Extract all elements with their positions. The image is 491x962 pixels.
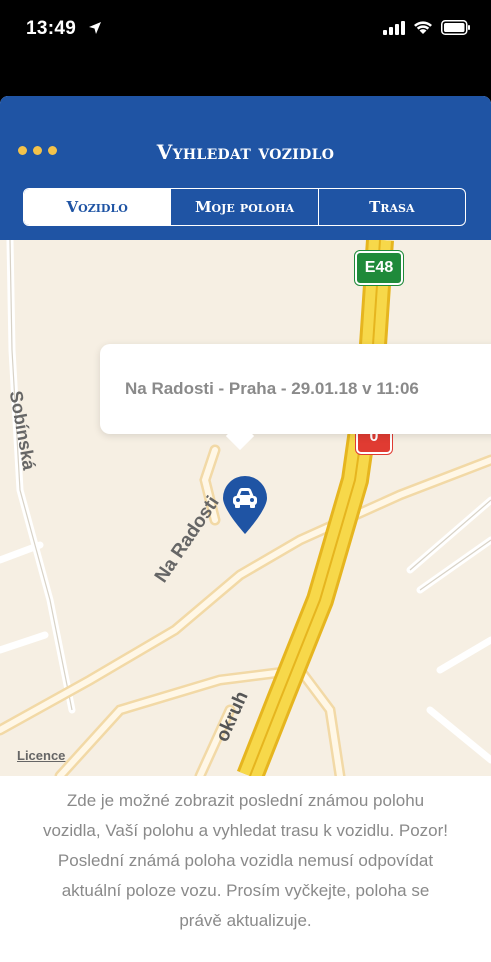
location-callout[interactable]: Na Radosti - Praha - 29.01.18 v 11:06 — [100, 344, 491, 451]
wifi-icon — [413, 20, 433, 40]
tab-trasa[interactable]: Trasa — [317, 189, 465, 225]
header: Vyhledat vozidlo Vozidlo Moje poloha Tra… — [0, 96, 491, 240]
tab-bar: Vozidlo Moje poloha Trasa — [23, 188, 466, 226]
status-icons — [383, 20, 471, 40]
status-time: 13:49 — [26, 18, 77, 39]
licence-link[interactable]: Licence — [17, 748, 65, 763]
location-arrow-icon — [88, 21, 102, 40]
tab-moje-poloha[interactable]: Moje poloha — [170, 189, 317, 225]
road-shield-e48: E48 — [355, 251, 403, 285]
page-title: Vyhledat vozidlo — [156, 140, 335, 164]
tab-vozidlo[interactable]: Vozidlo — [24, 189, 171, 225]
info-text: Zde je možné zobrazit poslední známou po… — [42, 791, 449, 930]
battery-icon — [441, 20, 471, 40]
callout-text: Na Radosti - Praha - 29.01.18 v 11:06 — [125, 379, 419, 398]
app-sheet: Vyhledat vozidlo Vozidlo Moje poloha Tra… — [0, 96, 491, 962]
vehicle-marker[interactable] — [221, 476, 269, 536]
status-bar: 13:49 — [0, 0, 491, 60]
signal-icon — [383, 20, 405, 40]
road-shield-e48-label: E48 — [364, 259, 394, 276]
map-view[interactable]: Sobínská Na Radosti okruh E48 0 Na Rados… — [0, 240, 491, 776]
